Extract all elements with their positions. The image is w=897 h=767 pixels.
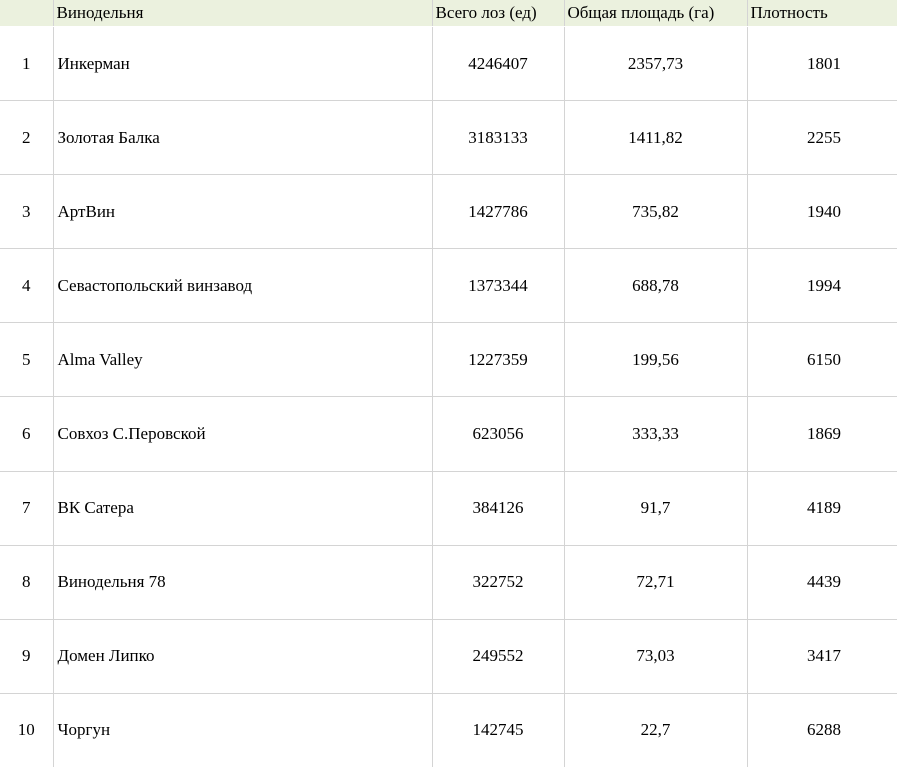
table-row: 7 ВК Сатера 384126 91,7 4189 [0,471,897,546]
winery-name-cell[interactable]: АртВин [53,174,433,250]
table-row: 5 Alma Valley 1227359 199,56 6150 [0,322,897,398]
total-vines-cell[interactable]: 249552 [432,619,565,694]
density-cell[interactable]: 1801 [747,26,897,102]
table-row: 2 Золотая Балка 3183133 1411,82 2255 [0,100,897,176]
row-number-cell[interactable]: 1 [0,26,54,102]
density-cell[interactable]: 4439 [747,545,897,620]
row-number-cell[interactable]: 7 [0,471,54,546]
header-cell-total-area[interactable]: Общая площадь (га) [564,0,748,27]
total-vines-cell[interactable]: 322752 [432,545,565,620]
winery-name-cell[interactable]: Инкерман [53,26,433,102]
table-header: Винодельня Всего лоз (ед) Общая площадь … [0,0,897,27]
total-area-cell[interactable]: 91,7 [564,471,748,546]
total-area-cell[interactable]: 333,33 [564,396,748,472]
table-row: 4 Севастопольский винзавод 1373344 688,7… [0,248,897,324]
row-number-cell[interactable]: 9 [0,619,54,694]
table-row: 8 Винодельня 78 322752 72,71 4439 [0,545,897,620]
row-number-cell[interactable]: 3 [0,174,54,250]
winery-name-cell[interactable]: Совхоз С.Перовской [53,396,433,472]
density-cell[interactable]: 3417 [747,619,897,694]
total-area-cell[interactable]: 73,03 [564,619,748,694]
winery-name-cell[interactable]: Золотая Балка [53,100,433,176]
total-vines-cell[interactable]: 384126 [432,471,565,546]
total-vines-cell[interactable]: 4246407 [432,26,565,102]
total-area-cell[interactable]: 72,71 [564,545,748,620]
row-number-cell[interactable]: 4 [0,248,54,324]
density-cell[interactable]: 1869 [747,396,897,472]
table-row: 6 Совхоз С.Перовской 623056 333,33 1869 [0,396,897,472]
header-cell-num[interactable] [0,0,54,27]
density-cell[interactable]: 6150 [747,322,897,398]
row-number-cell[interactable]: 5 [0,322,54,398]
total-area-cell[interactable]: 735,82 [564,174,748,250]
row-number-cell[interactable]: 8 [0,545,54,620]
winery-name-cell[interactable]: ВК Сатера [53,471,433,546]
row-number-cell[interactable]: 6 [0,396,54,472]
table-row: 10 Чоргун 142745 22,7 6288 [0,693,897,767]
density-cell[interactable]: 6288 [747,693,897,767]
row-number-cell[interactable]: 10 [0,693,54,767]
total-area-cell[interactable]: 688,78 [564,248,748,324]
table-row: 1 Инкерман 4246407 2357,73 1801 [0,26,897,102]
row-number-cell[interactable]: 2 [0,100,54,176]
total-vines-cell[interactable]: 1373344 [432,248,565,324]
total-area-cell[interactable]: 22,7 [564,693,748,767]
density-cell[interactable]: 4189 [747,471,897,546]
total-area-cell[interactable]: 2357,73 [564,26,748,102]
density-cell[interactable]: 1940 [747,174,897,250]
total-area-cell[interactable]: 1411,82 [564,100,748,176]
total-vines-cell[interactable]: 623056 [432,396,565,472]
winery-name-cell[interactable]: Alma Valley [53,322,433,398]
table-row: 9 Домен Липко 249552 73,03 3417 [0,619,897,694]
total-vines-cell[interactable]: 1427786 [432,174,565,250]
winery-table: Винодельня Всего лоз (ед) Общая площадь … [0,0,897,767]
header-row: Винодельня Всего лоз (ед) Общая площадь … [0,0,897,27]
header-cell-density[interactable]: Плотность [747,0,897,27]
table-row: 3 АртВин 1427786 735,82 1940 [0,174,897,250]
total-vines-cell[interactable]: 1227359 [432,322,565,398]
winery-name-cell[interactable]: Чоргун [53,693,433,767]
total-vines-cell[interactable]: 3183133 [432,100,565,176]
total-vines-cell[interactable]: 142745 [432,693,565,767]
winery-name-cell[interactable]: Домен Липко [53,619,433,694]
winery-name-cell[interactable]: Севастопольский винзавод [53,248,433,324]
header-cell-winery[interactable]: Винодельня [53,0,433,27]
header-cell-total-vines[interactable]: Всего лоз (ед) [432,0,565,27]
total-area-cell[interactable]: 199,56 [564,322,748,398]
density-cell[interactable]: 2255 [747,100,897,176]
density-cell[interactable]: 1994 [747,248,897,324]
winery-name-cell[interactable]: Винодельня 78 [53,545,433,620]
table-body: 1 Инкерман 4246407 2357,73 1801 2 Золота… [0,26,897,767]
